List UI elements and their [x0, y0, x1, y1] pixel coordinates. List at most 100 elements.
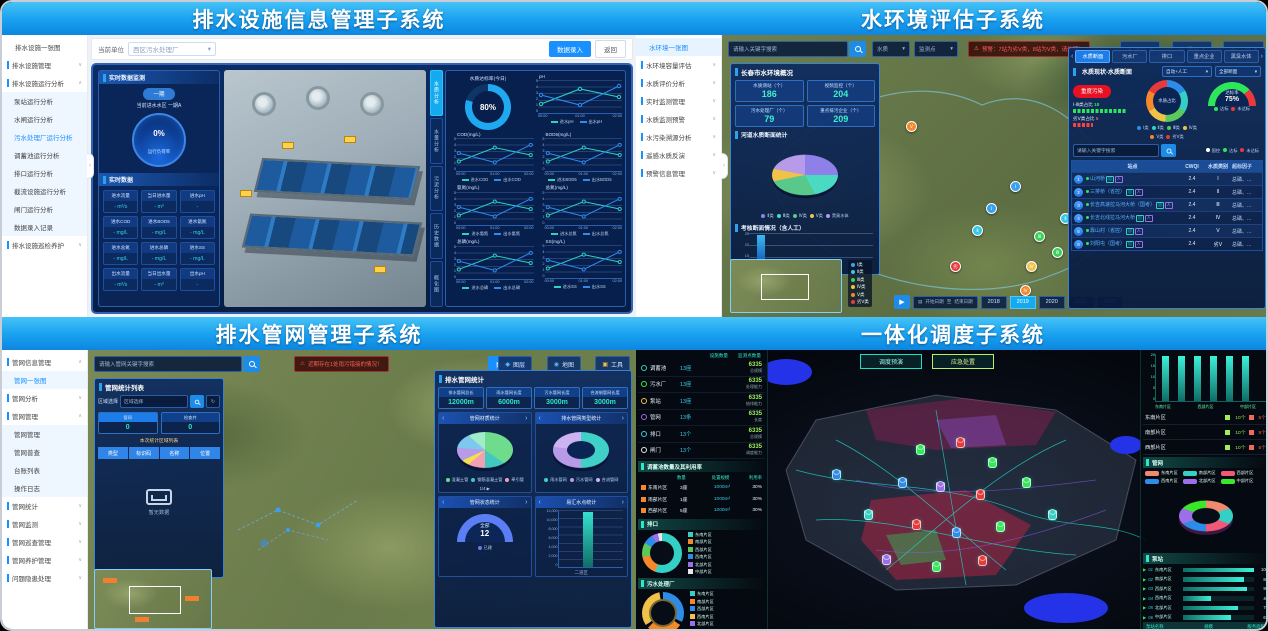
year-2018[interactable]: 2018 — [981, 296, 1007, 309]
search-button[interactable] — [243, 356, 260, 372]
sidebar-item-facility-mgmt[interactable]: 排水设施管理∨ — [2, 56, 87, 74]
data-entry-button[interactable]: 数据录入 — [549, 41, 591, 57]
reset-button[interactable]: ↻ — [206, 395, 220, 408]
phase-button[interactable]: 一期 — [143, 88, 174, 100]
station-marker[interactable]: Ⅲ — [1034, 231, 1045, 242]
sidebar-item-facility-analysis[interactable]: 排水设施运行分析∧ — [2, 74, 87, 92]
facility-marker[interactable] — [1048, 510, 1057, 520]
sidebar-item-facility-map[interactable]: 排水设施一张图 — [2, 38, 87, 56]
q2-map[interactable]: 请输入关键字搜索 水质▾ 监测点▾ ⚠预警：7站为劣Ⅴ类，8站为Ⅴ类，请处理！ … — [722, 35, 1268, 317]
tab-schematic[interactable]: 概化图 — [430, 261, 443, 307]
sidebar-item-data-entry-log[interactable]: 数据录入记录 — [2, 218, 87, 236]
tabs-right-arrow[interactable]: › — [1261, 53, 1263, 60]
sidebar-item-outfall-analysis[interactable]: 排口运行分析 — [2, 164, 87, 182]
region-search-button[interactable] — [190, 395, 204, 408]
sidebar-item-wwtp-analysis[interactable]: 污水处理厂运行分析 — [2, 128, 87, 146]
station-search-button[interactable] — [1161, 144, 1176, 157]
sidebar-item-pipe-manage[interactable]: 管网管理 — [2, 425, 87, 443]
facility-row[interactable]: 排口13个6335总规模 — [638, 426, 765, 443]
facility-marker[interactable] — [956, 438, 965, 448]
sidebar-item-issue-handle[interactable]: 问题隐患处理∨ — [2, 569, 87, 587]
station-marker[interactable]: Ⅱ — [972, 225, 983, 236]
alarm-row[interactable]: 南部片区10个5个 — [1143, 425, 1268, 440]
sidebar-item-pipe-survey[interactable]: 管网普查 — [2, 443, 87, 461]
tab-enterprise[interactable]: 重点企业 — [1187, 50, 1222, 63]
tab-water-quality[interactable]: 水质分析 — [430, 70, 443, 116]
year-2020[interactable]: 2020 — [1039, 296, 1065, 309]
station-search-input[interactable]: 请输入关键字搜索 — [1073, 144, 1159, 157]
region-input[interactable]: 区域选择 — [120, 395, 188, 408]
facility-marker[interactable] — [978, 556, 987, 566]
sidebar-item-op-log[interactable]: 操作日志 — [2, 479, 87, 497]
tab-section[interactable]: 水质断面 — [1075, 50, 1110, 63]
station-filter-select[interactable]: 监测点▾ — [914, 41, 958, 57]
sidebar-collapse-handle[interactable]: ‹ — [87, 153, 94, 179]
legend-pager[interactable]: 1/4 ▶ — [480, 486, 490, 491]
station-marker[interactable]: Ⅲ — [1052, 247, 1063, 258]
section-select[interactable]: 全部断面▾ — [1215, 66, 1261, 77]
table-row[interactable]: 3长吉高速拉马河大桥（国考）自人2.4Ⅲ总磷、... — [1072, 198, 1262, 211]
sidebar-item-remote-sensing[interactable]: 遥感水质反演∨ — [636, 146, 721, 164]
alarm-row[interactable]: 东南片区10个5个 — [1143, 410, 1268, 425]
table-row[interactable]: 4长吉北线拉马河大桥自人2.4Ⅳ总磷、... — [1072, 211, 1262, 224]
pollution-badge[interactable]: 重度污染 — [1073, 85, 1111, 98]
facility-marker[interactable] — [952, 528, 961, 538]
tabs-left-arrow[interactable]: ‹ — [1071, 53, 1073, 60]
unit-select[interactable]: 西区污水处理厂▾ — [128, 42, 216, 56]
mixed-connection-alert[interactable]: ⚠近期存在1处雨污错接的情况！ — [294, 356, 389, 372]
station-marker[interactable]: Ⅴ — [906, 121, 917, 132]
sidebar-item-pipe-map[interactable]: 管网一张图 — [2, 371, 87, 389]
tab-outfall[interactable]: 排口 — [1149, 50, 1184, 63]
sidebar-item-sluice-analysis[interactable]: 水闸运行分析 — [2, 110, 87, 128]
sidebar-item-gate-analysis[interactable]: 闸门运行分析 — [2, 200, 87, 218]
facility-marker[interactable] — [864, 510, 873, 520]
mode-select[interactable]: 自动+人工▾ — [1162, 66, 1212, 77]
plant-3d-view[interactable] — [224, 70, 426, 307]
facility-marker[interactable] — [932, 562, 941, 572]
pipe-search-input[interactable]: 请输入管网关键字搜索 — [94, 356, 242, 372]
station-marker[interactable]: 劣 — [950, 261, 961, 272]
sidebar-item-pipe-analysis[interactable]: 管网分析∨ — [2, 389, 87, 407]
facility-marker[interactable] — [988, 458, 997, 468]
station-marker[interactable]: Ⅰ — [1010, 181, 1021, 192]
facility-marker[interactable] — [936, 482, 945, 492]
sidebar-item-capacity[interactable]: 水环境容量评估∨ — [636, 56, 721, 74]
tab-black-odor[interactable]: 黑臭水体 — [1224, 50, 1259, 63]
facility-row[interactable]: 污水厂13座6335处理能力 — [638, 377, 765, 394]
overview-mini-map[interactable] — [730, 259, 842, 313]
station-marker[interactable]: Ⅳ — [1026, 261, 1037, 272]
facility-marker[interactable] — [996, 522, 1005, 532]
facility-row[interactable]: 管网13条6335长度 — [638, 410, 765, 427]
table-row[interactable]: 5靠山村（省控）自人2.4Ⅴ总磷、... — [1072, 224, 1262, 237]
sidebar-collapse-handle[interactable]: ‹ — [721, 153, 728, 179]
tank-row[interactable]: 东南片区3座1000m³30% — [638, 482, 765, 494]
q3-map[interactable]: 请输入管网关键字搜索 ⚠近期存在1处雨污错接的情况！ 数据预览 ◆图层 ◉地图 … — [88, 350, 636, 631]
pipe-mini-map[interactable] — [94, 569, 212, 629]
emergency-button[interactable]: 应急处置 — [932, 354, 994, 369]
facility-marker[interactable] — [882, 555, 891, 565]
sidebar-item-pipe-monitor[interactable]: 管网监测∨ — [2, 515, 87, 533]
tank-row[interactable]: 南部片区1座1000m³30% — [638, 494, 765, 506]
station-marker[interactable]: Ⅰ — [986, 203, 997, 214]
facility-row[interactable]: 调蓄池13座6335总规模 — [638, 360, 765, 377]
sidebar-item-pipe-stats[interactable]: 管网统计∨ — [2, 497, 87, 515]
quality-filter-select[interactable]: 水质▾ — [872, 41, 910, 57]
sidebar-item-monitoring[interactable]: 实时监测管理∨ — [636, 92, 721, 110]
well-count-tab[interactable]: 检查井0 — [161, 412, 221, 434]
tab-water-volume[interactable]: 水量分析 — [430, 118, 443, 164]
table-row[interactable]: 1山河桥自人2.4Ⅰ总磷、... — [1072, 172, 1262, 185]
sidebar-item-pipe-patrol[interactable]: 管网巡查管理∨ — [2, 533, 87, 551]
sidebar-item-ledger-list[interactable]: 台账列表 — [2, 461, 87, 479]
date-range-field[interactable]: ▤开始日期至结束日期 — [913, 296, 978, 309]
tank-row[interactable]: 西部片区5座1000m³30% — [638, 505, 765, 517]
dispatch-rehearsal-button[interactable]: 调度预演 — [860, 354, 922, 369]
sidebar-item-warning[interactable]: 水质监测预警∨ — [636, 110, 721, 128]
alarm-row[interactable]: 西部片区10个5个 — [1143, 440, 1268, 455]
facility-row[interactable]: 泵站13座6335抽排能力 — [638, 393, 765, 410]
search-button[interactable] — [849, 41, 866, 57]
facility-marker[interactable] — [912, 520, 921, 530]
facility-row[interactable]: 闸门13个6335调度能力 — [638, 443, 765, 460]
tab-wwtp[interactable]: 污水厂 — [1112, 50, 1147, 63]
sidebar-item-alert-mgmt[interactable]: 预警信息管理∨ — [636, 164, 721, 182]
facility-marker[interactable] — [832, 470, 841, 480]
